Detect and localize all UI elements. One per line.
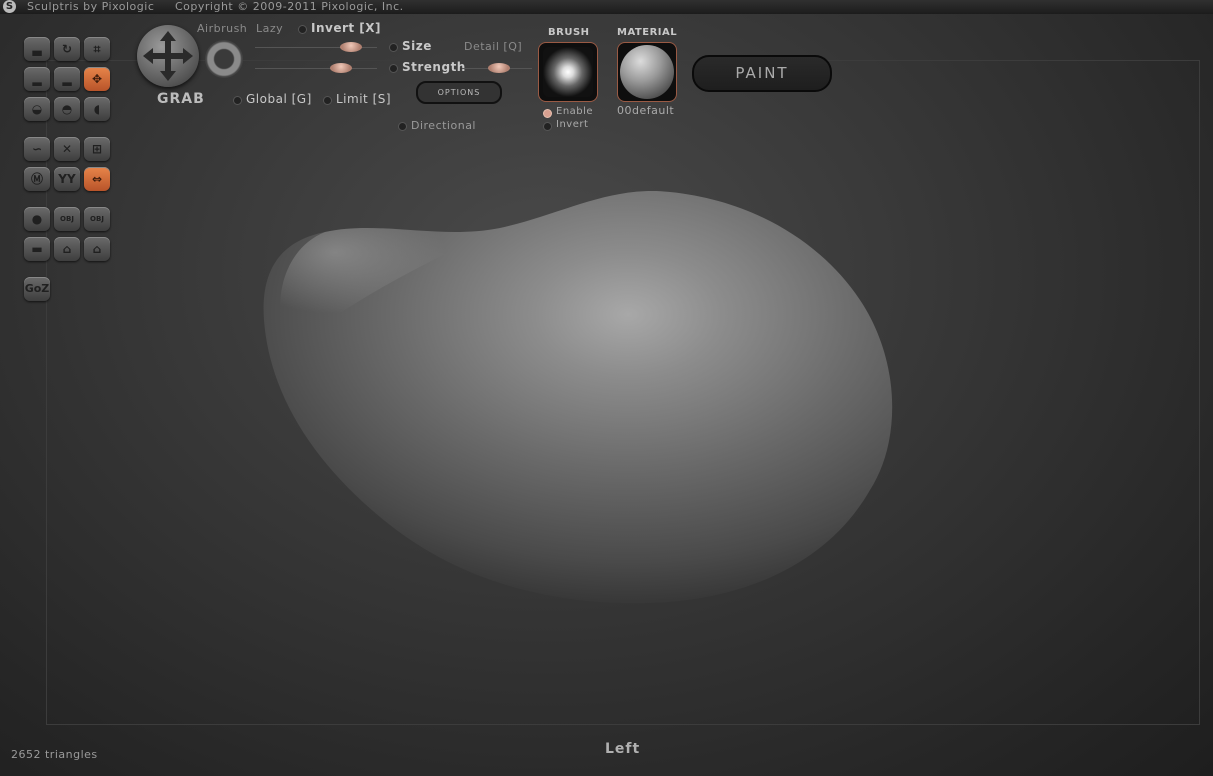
goz-button[interactable]: GoZ [24, 277, 50, 301]
view-orientation-label: Left [605, 741, 641, 757]
tool-plane-button[interactable]: ▬ [24, 237, 50, 261]
tool-crease-button[interactable]: ◓ [54, 97, 80, 121]
sculpt-mesh[interactable] [230, 170, 920, 620]
limit-label[interactable]: Limit [S] [336, 92, 391, 106]
strength-label: Strength [402, 60, 466, 74]
tool-inflate-icon: ▂ [32, 72, 42, 86]
tool-import-obj-button[interactable]: OBJ [54, 207, 80, 231]
tool-export-obj-icon: OBJ [90, 215, 104, 223]
tool-grab-button[interactable]: ✥ [84, 67, 110, 91]
brush-alpha-preview [543, 47, 593, 97]
grab-brush-icon[interactable] [137, 25, 199, 87]
material-swatch[interactable] [617, 42, 677, 102]
brush-invert-label[interactable]: Invert [556, 119, 588, 130]
invert-radio[interactable] [298, 25, 307, 34]
tool-import-obj-icon: OBJ [60, 215, 74, 223]
tool-mask-button[interactable]: Ⓜ [24, 167, 50, 191]
triangle-count: 2652 triangles [11, 748, 98, 761]
brush-name: GRAB [157, 91, 205, 107]
strength-slider-track[interactable] [255, 68, 377, 69]
tool-grid-button[interactable]: ⊞ [84, 137, 110, 161]
material-name: 00default [617, 104, 675, 117]
brush-enable-radio[interactable] [543, 109, 552, 118]
tool-draw-button[interactable]: ▃ [24, 37, 50, 61]
tool-open-button[interactable]: ⌂ [54, 237, 80, 261]
sculptris-logo-icon: S [3, 0, 16, 13]
size-slider-knob[interactable] [340, 42, 362, 52]
tool-reduce-icon: ΥΥ [58, 172, 76, 186]
brush-falloff-ring[interactable] [205, 40, 243, 78]
tool-grid-icon: ⊞ [91, 142, 103, 156]
tool-reduce-button[interactable]: ΥΥ [54, 167, 80, 191]
tool-smooth-button[interactable]: ◖ [84, 97, 110, 121]
strength-slider-knob[interactable] [330, 63, 352, 73]
size-radio[interactable] [389, 43, 398, 52]
tool-flatten-button[interactable]: ▂ [54, 67, 80, 91]
lazy-toggle[interactable]: Lazy [256, 22, 283, 35]
tool-crop-icon: ⌗ [93, 42, 101, 56]
tool-pinch-icon: ◒ [31, 102, 43, 116]
tool-export-obj-button[interactable]: OBJ [84, 207, 110, 231]
paint-button[interactable]: PAINT [692, 55, 832, 92]
tool-open-icon: ⌂ [62, 242, 72, 256]
brush-enable-label[interactable]: Enable [556, 106, 593, 117]
detail-label: Detail [Q] [464, 40, 523, 53]
tool-mirror-button[interactable]: ⇔ [84, 167, 110, 191]
tool-sphere-icon: ● [31, 212, 43, 226]
tool-smooth-icon: ◖ [93, 102, 101, 116]
material-preview [620, 45, 674, 99]
brush-header: BRUSH [548, 27, 590, 38]
tool-crop-button[interactable]: ⌗ [84, 37, 110, 61]
tool-rotate-button[interactable]: ↻ [54, 37, 80, 61]
brush-alpha-swatch[interactable] [538, 42, 598, 102]
tool-sphere-button[interactable]: ● [24, 207, 50, 231]
global-radio[interactable] [233, 96, 242, 105]
tool-wireframe-button[interactable]: ✕ [54, 137, 80, 161]
tool-crease-icon: ◓ [61, 102, 73, 116]
app-title: Sculptris by Pixologic [27, 0, 155, 13]
tool-pinch-button[interactable]: ◒ [24, 97, 50, 121]
global-label[interactable]: Global [G] [246, 92, 312, 106]
tool-symmetry-button[interactable]: ∽ [24, 137, 50, 161]
tool-inflate-button[interactable]: ▂ [24, 67, 50, 91]
tool-mirror-icon: ⇔ [91, 172, 103, 186]
brush-invert-radio[interactable] [543, 122, 552, 131]
title-bar: S Sculptris by Pixologic Copyright © 200… [0, 0, 1213, 14]
directional-label[interactable]: Directional [411, 119, 476, 132]
airbrush-toggle[interactable]: Airbrush [197, 22, 247, 35]
tool-mask-icon: Ⓜ [30, 172, 43, 186]
tool-save-button[interactable]: ⌂ [84, 237, 110, 261]
tool-draw-icon: ▃ [32, 42, 42, 56]
material-header: MATERIAL [617, 27, 678, 38]
directional-radio[interactable] [398, 122, 407, 131]
tool-rotate-icon: ↻ [61, 42, 73, 56]
limit-radio[interactable] [323, 96, 332, 105]
invert-label[interactable]: Invert [X] [311, 21, 381, 35]
size-label: Size [402, 39, 432, 53]
tool-wireframe-icon: ✕ [61, 142, 73, 156]
tool-save-icon: ⌂ [92, 242, 102, 256]
copyright-text: Copyright © 2009-2011 Pixologic, Inc. [175, 0, 404, 13]
tool-flatten-icon: ▂ [62, 72, 72, 86]
tool-symmetry-icon: ∽ [31, 142, 43, 156]
strength-radio[interactable] [389, 64, 398, 73]
tool-plane-icon: ▬ [31, 242, 43, 256]
options-button[interactable]: OPTIONS [416, 81, 502, 104]
tool-grab-icon: ✥ [91, 72, 103, 86]
